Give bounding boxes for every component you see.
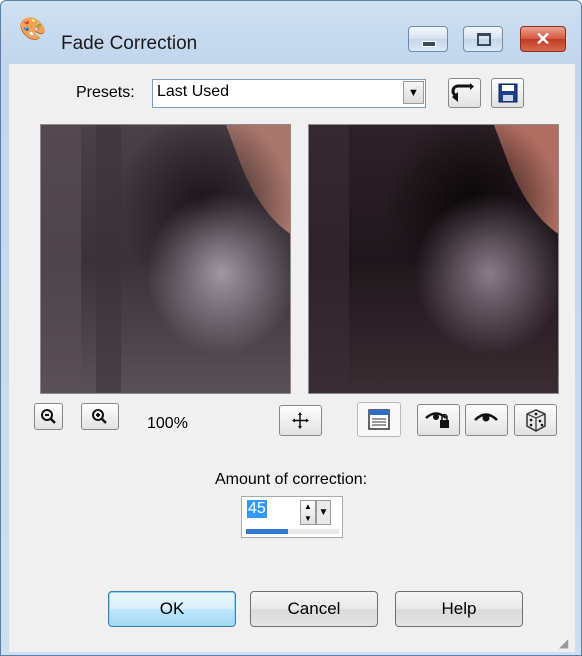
cancel-button[interactable]: Cancel: [250, 591, 378, 627]
after-preview-image: [309, 125, 558, 393]
amount-dropdown-button[interactable]: ▼: [316, 500, 331, 525]
close-icon: ✕: [535, 29, 551, 49]
zoom-level: 100%: [147, 415, 188, 432]
amount-value[interactable]: 45: [247, 500, 267, 518]
save-preset-button[interactable]: [491, 78, 524, 108]
help-button[interactable]: Help: [395, 591, 523, 627]
minimize-icon: [422, 41, 436, 47]
amount-label: Amount of correction:: [215, 471, 368, 488]
preview-toggle-button[interactable]: [465, 404, 508, 436]
reset-arrow-icon: [451, 83, 474, 102]
presets-value: Last Used: [157, 83, 230, 100]
zoom-out-button[interactable]: [34, 403, 63, 430]
resize-grip-icon[interactable]: ◢: [559, 636, 573, 650]
spinner-arrows-icon[interactable]: ▲ ▼: [300, 500, 316, 525]
before-preview-image: [41, 125, 290, 393]
title-bar[interactable]: 🎨 Fade Correction ✕: [1, 1, 581, 54]
randomize-button[interactable]: [514, 404, 557, 436]
dialog-body: Presets: Last Used ▼ 100% Amount of corr…: [9, 64, 575, 652]
move-icon: [292, 412, 309, 429]
presets-label: Presets:: [76, 84, 135, 101]
maximize-icon: [477, 33, 491, 46]
maximize-button[interactable]: [463, 26, 503, 52]
preview-on-image-button[interactable]: [417, 404, 460, 436]
after-preview[interactable]: [308, 124, 559, 394]
eye-lock-icon: [425, 412, 449, 428]
zoom-in-icon: [92, 409, 107, 424]
presets-dropdown[interactable]: Last Used ▼: [152, 79, 426, 108]
pan-button[interactable]: [279, 405, 322, 436]
window-title: Fade Correction: [61, 33, 198, 54]
minimize-button[interactable]: [408, 26, 448, 52]
ok-button[interactable]: OK: [108, 591, 236, 627]
chevron-down-icon[interactable]: ▼: [403, 81, 424, 104]
amount-slider-track[interactable]: [246, 529, 339, 534]
eye-icon: [474, 413, 498, 422]
preview-layout-button[interactable]: [357, 402, 401, 437]
layout-icon: [368, 409, 390, 430]
amount-slider-fill: [246, 529, 288, 534]
before-preview[interactable]: [40, 124, 291, 394]
zoom-in-button[interactable]: [81, 403, 119, 430]
fade-correction-dialog: 🎨 Fade Correction ✕ Presets: Last Used ▼: [0, 0, 582, 656]
close-button[interactable]: ✕: [520, 26, 566, 52]
reset-preset-button[interactable]: [448, 78, 481, 108]
amount-of-correction-field[interactable]: 45 ▲ ▼ ▼: [241, 496, 343, 538]
floppy-disk-icon: [498, 83, 518, 103]
zoom-out-icon: [41, 409, 56, 424]
palette-icon: 🎨: [19, 16, 47, 41]
dice-icon: [526, 409, 546, 432]
